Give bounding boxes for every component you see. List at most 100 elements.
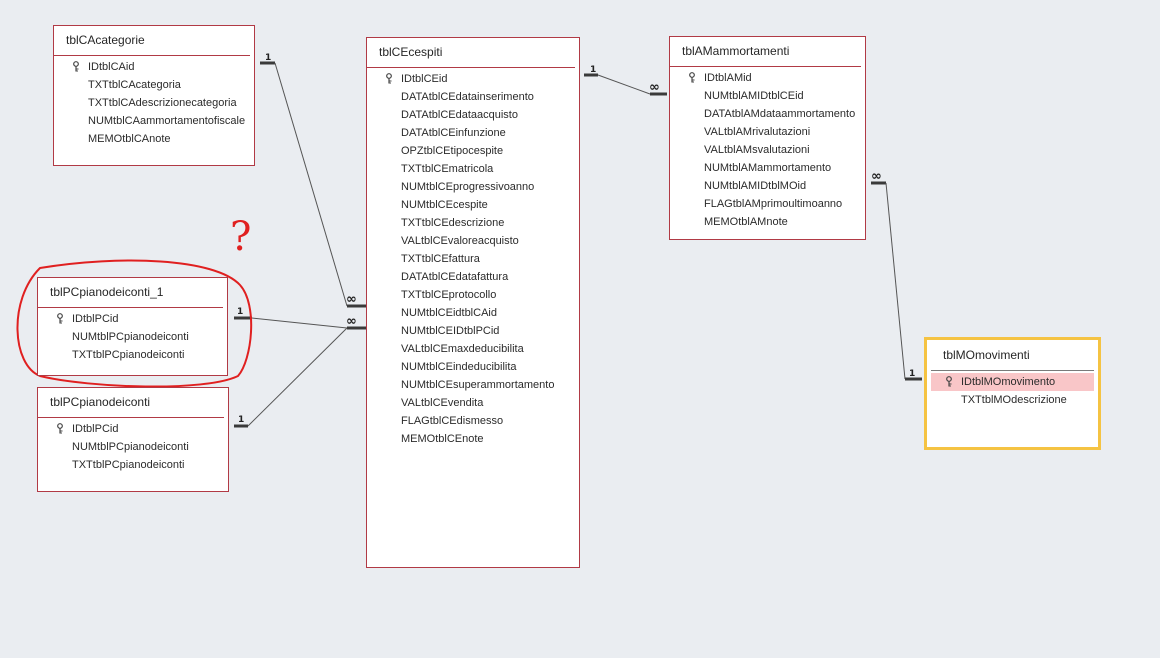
field-row[interactable]: DATAtblCEdatafattura bbox=[367, 268, 579, 286]
field-name: TXTtblCEprotocollo bbox=[401, 289, 497, 301]
rel-one-label: 1 bbox=[237, 307, 243, 317]
field-row[interactable]: FLAGtblCEdismesso bbox=[367, 412, 579, 430]
field-row[interactable]: DATAtblCEinfunzione bbox=[367, 124, 579, 142]
field-row[interactable]: NUMtblCEindeducibilita bbox=[367, 358, 579, 376]
rel-many-label: ∞ bbox=[871, 169, 882, 184]
field-row[interactable]: NUMtblCEsuperammortamento bbox=[367, 376, 579, 394]
field-name: MEMOtblAMnote bbox=[704, 216, 788, 228]
field-row[interactable]: IDtblCEid bbox=[367, 70, 579, 88]
field-row[interactable]: TXTtblCEmatricola bbox=[367, 160, 579, 178]
relation-cespiti-ammortamenti[interactable]: 1 ∞ bbox=[584, 65, 667, 96]
field-name: IDtblPCid bbox=[72, 423, 119, 435]
field-row[interactable]: IDtblAMid bbox=[670, 69, 865, 87]
field-name: NUMtblCEindeducibilita bbox=[401, 361, 517, 373]
field-name: TXTtblCEdescrizione bbox=[401, 217, 505, 229]
field-row[interactable]: NUMtblPCpianodeiconti bbox=[38, 328, 227, 346]
field-row[interactable]: TXTtblCAcategoria bbox=[54, 76, 254, 94]
table-pianoconti[interactable]: tblPCpianodeiconti IDtblPCid NUMtblPCpia… bbox=[37, 387, 229, 492]
field-name: DATAtblCEdataacquisto bbox=[401, 109, 518, 121]
field-name: VALtblAMsvalutazioni bbox=[704, 144, 810, 156]
field-name: NUMtblCAammortamentofiscale bbox=[88, 115, 246, 127]
field-row[interactable]: VALtblAMrivalutazioni bbox=[670, 123, 865, 141]
table-title[interactable]: tblCAcategorie bbox=[54, 26, 250, 56]
rel-one-label: 1 bbox=[265, 53, 271, 63]
relation-ammortamenti-movimenti[interactable]: ∞ 1 bbox=[871, 169, 922, 381]
field-name: NUMtblPCpianodeiconti bbox=[72, 331, 189, 343]
field-name: IDtblMOmovimento bbox=[961, 376, 1056, 388]
relationships-canvas[interactable]: 1 ∞ 1 ∞ 1 1 ∞ ∞ 1 ? tblCAcategorie IDtbl… bbox=[0, 0, 1160, 658]
table-categorie[interactable]: tblCAcategorie IDtblCAid TXTtblCAcategor… bbox=[53, 25, 255, 166]
field-name: MEMOtblCAnote bbox=[88, 133, 171, 145]
primary-key-icon bbox=[57, 423, 63, 434]
field-name: DATAtblCEdatainserimento bbox=[401, 91, 534, 103]
rel-one-label: 1 bbox=[909, 369, 915, 379]
field-row-selected[interactable]: IDtblMOmovimento bbox=[931, 373, 1094, 391]
table-title[interactable]: tblPCpianodeiconti_1 bbox=[38, 278, 223, 308]
field-row[interactable]: DATAtblCEdataacquisto bbox=[367, 106, 579, 124]
field-row[interactable]: NUMtblAMIDtblMOid bbox=[670, 177, 865, 195]
relation-pianoconti-cespiti[interactable]: 1 bbox=[234, 327, 348, 428]
field-row[interactable]: NUMtblCEcespite bbox=[367, 196, 579, 214]
primary-key-icon bbox=[73, 61, 79, 72]
rel-many-label: ∞ bbox=[649, 80, 660, 95]
table-title[interactable]: tblPCpianodeiconti bbox=[38, 388, 224, 418]
field-name: DATAtblAMdataammortamento bbox=[704, 108, 856, 120]
field-name: IDtblCEid bbox=[401, 73, 448, 85]
field-row[interactable]: TXTtblCEfattura bbox=[367, 250, 579, 268]
field-name: OPZtblCEtipocespite bbox=[401, 145, 504, 157]
primary-key-icon bbox=[946, 376, 952, 387]
field-row[interactable]: VALtblAMsvalutazioni bbox=[670, 141, 865, 159]
field-name: VALtblCEvaloreacquisto bbox=[401, 235, 519, 247]
field-name: MEMOtblCEnote bbox=[401, 433, 484, 445]
field-row[interactable]: NUMtblCEIDtblPCid bbox=[367, 322, 579, 340]
field-row[interactable]: IDtblPCid bbox=[38, 310, 227, 328]
field-row[interactable]: NUMtblAMammortamento bbox=[670, 159, 865, 177]
field-row[interactable]: VALtblCEvendita bbox=[367, 394, 579, 412]
field-row[interactable]: MEMOtblAMnote bbox=[670, 213, 865, 231]
field-name: IDtblPCid bbox=[72, 313, 119, 325]
field-row[interactable]: IDtblCAid bbox=[54, 58, 254, 76]
field-row[interactable]: NUMtblCAammortamentofiscale bbox=[54, 112, 254, 130]
field-name: NUMtblCEsuperammortamento bbox=[401, 379, 555, 391]
table-ammortamenti[interactable]: tblAMammortamenti IDtblAMid NUMtblAMIDtb… bbox=[669, 36, 866, 240]
field-row[interactable]: NUMtblCEidtblCAid bbox=[367, 304, 579, 322]
table-title[interactable]: tblAMammortamenti bbox=[670, 37, 861, 67]
field-row[interactable]: OPZtblCEtipocespite bbox=[367, 142, 579, 160]
field-row[interactable]: TXTtblCEprotocollo bbox=[367, 286, 579, 304]
rel-many-label: ∞ bbox=[346, 292, 357, 307]
field-row[interactable]: MEMOtblCAnote bbox=[54, 130, 254, 148]
relation-categorie-cespiti[interactable]: 1 ∞ bbox=[260, 53, 366, 308]
field-row[interactable]: NUMtblAMIDtblCEid bbox=[670, 87, 865, 105]
field-row[interactable]: DATAtblCEdatainserimento bbox=[367, 88, 579, 106]
field-name: NUMtblCEIDtblPCid bbox=[401, 325, 500, 337]
relation-pianoconti1-cespiti[interactable]: 1 ∞ bbox=[234, 307, 366, 330]
rel-one-label: 1 bbox=[590, 65, 596, 75]
field-row[interactable]: TXTtblPCpianodeiconti bbox=[38, 346, 227, 364]
field-row[interactable]: TXTtblPCpianodeiconti bbox=[38, 456, 228, 474]
field-row[interactable]: NUMtblPCpianodeiconti bbox=[38, 438, 228, 456]
rel-one-label: 1 bbox=[238, 415, 244, 425]
table-title[interactable]: tblCEcespiti bbox=[367, 38, 575, 68]
table-cespiti[interactable]: tblCEcespiti IDtblCEid DATAtblCEdatainse… bbox=[366, 37, 580, 568]
field-name: NUMtblPCpianodeiconti bbox=[72, 441, 189, 453]
field-row[interactable]: DATAtblAMdataammortamento bbox=[670, 105, 865, 123]
table-pianoconti-1[interactable]: tblPCpianodeiconti_1 IDtblPCid NUMtblPCp… bbox=[37, 277, 228, 376]
field-row[interactable]: VALtblCEvaloreacquisto bbox=[367, 232, 579, 250]
field-name: TXTtblCAdescrizionecategoria bbox=[88, 97, 237, 109]
field-name: NUMtblAMammortamento bbox=[704, 162, 832, 174]
table-movimenti[interactable]: tblMOmovimenti IDtblMOmovimento TXTtblMO… bbox=[924, 337, 1101, 450]
rel-many-label: ∞ bbox=[346, 314, 357, 329]
field-name: FLAGtblCEdismesso bbox=[401, 415, 504, 427]
field-row[interactable]: MEMOtblCEnote bbox=[367, 430, 579, 448]
field-row[interactable]: FLAGtblAMprimoultimoanno bbox=[670, 195, 865, 213]
field-row[interactable]: VALtblCEmaxdeducibilita bbox=[367, 340, 579, 358]
field-name: TXTtblPCpianodeiconti bbox=[72, 459, 185, 471]
field-row[interactable]: NUMtblCEprogressivoanno bbox=[367, 178, 579, 196]
field-name: IDtblCAid bbox=[88, 61, 135, 73]
table-title[interactable]: tblMOmovimenti bbox=[931, 340, 1094, 371]
field-name: FLAGtblAMprimoultimoanno bbox=[704, 198, 843, 210]
field-row[interactable]: IDtblPCid bbox=[38, 420, 228, 438]
field-row[interactable]: TXTtblMOdescrizione bbox=[927, 391, 1098, 409]
field-row[interactable]: TXTtblCEdescrizione bbox=[367, 214, 579, 232]
field-row[interactable]: TXTtblCAdescrizionecategoria bbox=[54, 94, 254, 112]
